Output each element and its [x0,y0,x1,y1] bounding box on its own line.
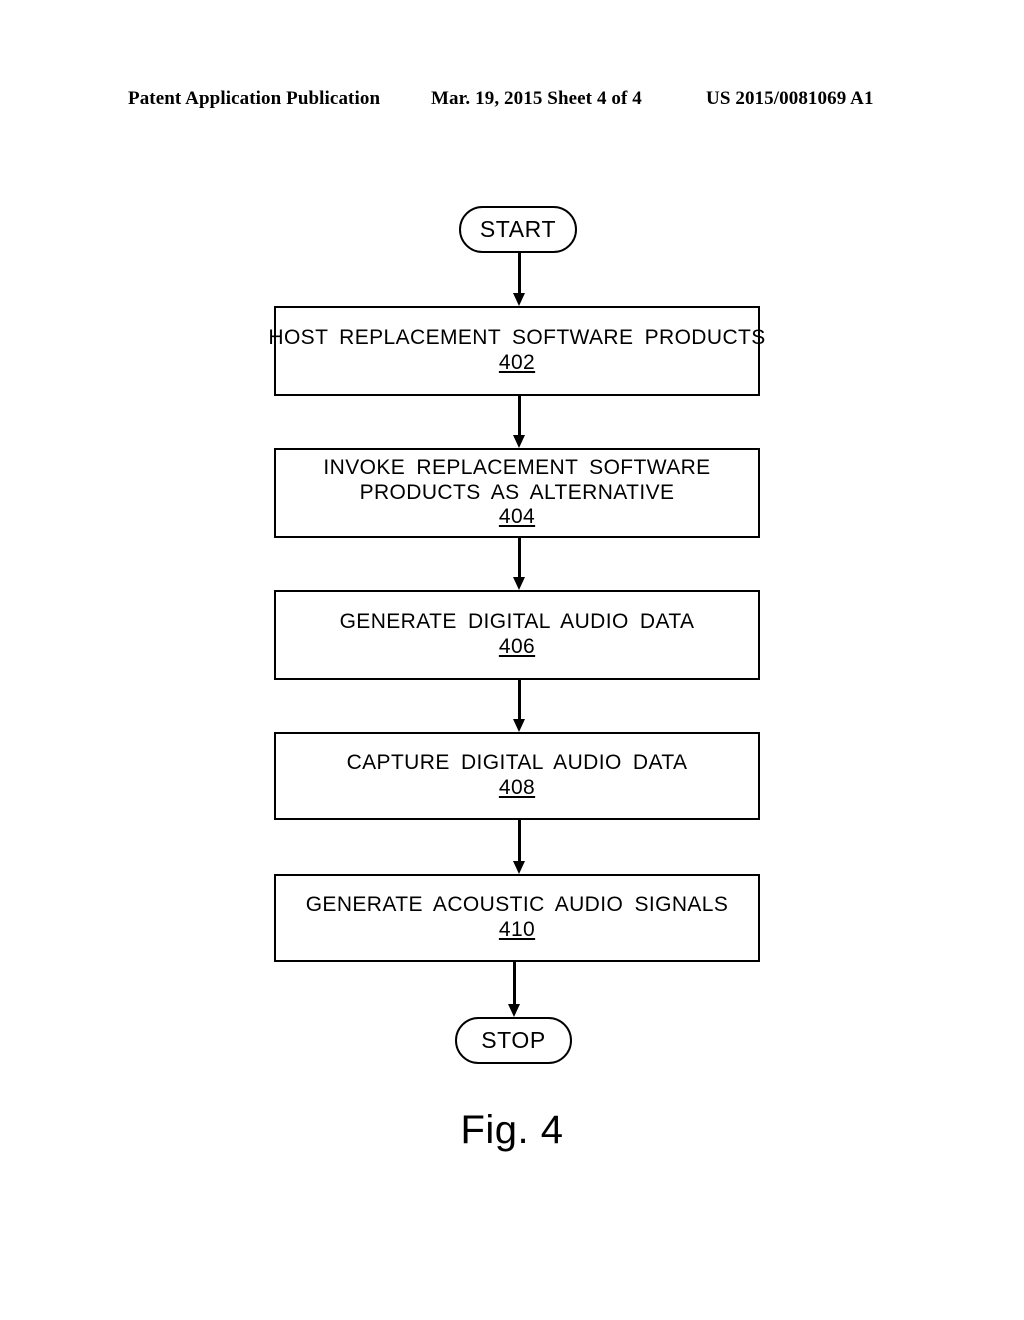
flow-node-402-line-1: HOST REPLACEMENT SOFTWARE PRODUCTS [268,326,766,350]
figure-caption: Fig. 4 [460,1108,564,1152]
flow-node-408-reference: 408 [498,776,536,799]
flow-node-start-label: START [479,216,557,242]
flow-node-404-line-1: INVOKE REPLACEMENT SOFTWARE [323,455,711,479]
flow-node-410-line-1: GENERATE ACOUSTIC AUDIO SIGNALS [305,893,729,917]
flow-node-402-reference: 402 [498,351,536,374]
flow-node-404-reference: 404 [498,505,536,529]
flow-node-404: INVOKE REPLACEMENT SOFTWARE PRODUCTS AS … [274,448,760,538]
flow-node-404-line-2: PRODUCTS AS ALTERNATIVE [359,480,675,504]
flow-node-410-reference: 410 [498,918,536,941]
flow-node-408: CAPTURE DIGITAL AUDIO DATA 408 [274,732,760,820]
flow-node-402: HOST REPLACEMENT SOFTWARE PRODUCTS 402 [268,306,765,396]
flow-node-408-line-1: CAPTURE DIGITAL AUDIO DATA [346,751,688,775]
flow-node-410: GENERATE ACOUSTIC AUDIO SIGNALS 410 [274,874,760,962]
flow-node-stop-label: STOP [481,1027,546,1053]
flow-node-stop: STOP [455,1017,572,1064]
flow-node-406: GENERATE DIGITAL AUDIO DATA 406 [274,590,760,680]
flow-node-406-line-1: GENERATE DIGITAL AUDIO DATA [339,610,695,634]
flow-node-406-reference: 406 [498,635,536,658]
flow-node-start: START [459,206,577,253]
